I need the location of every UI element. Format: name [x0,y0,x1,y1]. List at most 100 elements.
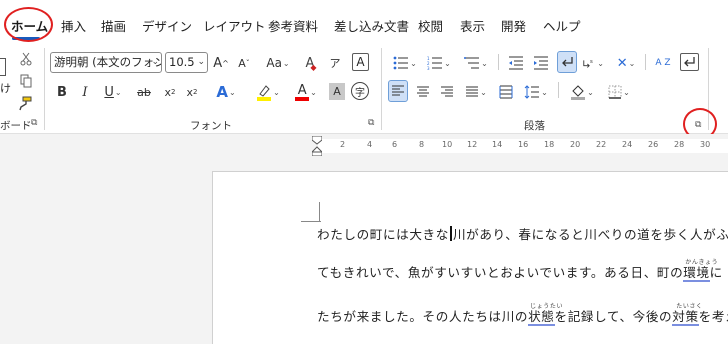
shrink-font-button[interactable]: Aˇ [235,52,253,74]
toolbar-divider [498,54,499,70]
phonetic-guide-button[interactable]: ア [326,52,344,74]
format-painter-icon[interactable] [16,92,34,114]
tab-design[interactable]: デザイン [142,16,192,35]
text-cursor [449,226,452,241]
tab-draw[interactable]: 描画 [101,16,126,35]
underline-button[interactable]: U ⌄ [100,81,126,103]
tab-help[interactable]: ヘルプ [543,16,581,35]
tab-insert[interactable]: 挿入 [61,16,86,35]
ribbon: け ボード ⧉ 游明朝 (本文のフォン ⌄ 10.5 ⌄ A ^ Aˇ Aa ⌄ A… [0,44,728,134]
bullets-button[interactable]: ⌄ [390,52,420,74]
sort-button[interactable]: A Z [652,52,674,74]
ruler-number: 22 [596,140,607,149]
highlight-button[interactable]: ⌄ [252,81,284,103]
text-effects-button[interactable]: A ⌄ [210,81,242,103]
superscript-button[interactable]: x2 [184,81,200,103]
shrink-font-icon: A [238,56,246,70]
ruler-number: 18 [544,140,555,149]
distributed-button[interactable] [496,81,516,103]
text-direction-icon: s [583,59,593,68]
tab-review[interactable]: 校閲 [418,16,443,35]
direction-button[interactable]: s ⌄ [582,52,604,74]
text-run: わたしの町には大きな [317,227,449,242]
paste-icon[interactable] [0,58,6,76]
bold-button[interactable]: B [54,81,70,103]
ribbon-tab-bar: ホーム 挿入 描画 デザイン レイアウト 参考資料 差し込み文書 校閲 表示 開… [0,0,728,44]
text-run: を記録して、今後の [554,309,673,324]
ruby-text: じょうたい [530,303,564,310]
numbering-button[interactable]: 1 2 3 ⌄ [424,52,454,74]
change-case-button[interactable]: Aa ⌄ [262,52,294,74]
font-name-combo[interactable]: 游明朝 (本文のフォン ⌄ [50,52,162,73]
font-launcher-icon[interactable]: ⧉ [368,118,378,128]
strikethrough-icon: ab [137,85,151,99]
ruby-word: じょうたい 状態 [528,303,563,326]
annotation-circle-home [4,7,53,42]
align-center-icon [417,86,429,97]
text-run: たちが来ました。その人たちは川の [317,309,529,324]
ruby-word: かんきょう 環境 [683,259,718,282]
numbering-icon: 123 [427,56,443,70]
character-shading-button[interactable]: A [329,83,345,100]
line-spacing-button[interactable]: ⌄ [520,81,552,103]
increase-indent-icon [534,56,548,70]
grow-font-button[interactable]: A ^ [212,52,230,74]
italic-button[interactable]: I [77,81,93,103]
align-right-button[interactable] [437,81,457,103]
decrease-indent-button[interactable] [506,52,526,74]
bullets-icon [393,56,409,70]
document-canvas: わたしの町には大きな 川があり、春になると川べりの道を歩く人がふえ てもきれいで、… [0,158,728,344]
strikethrough-button[interactable]: ab [134,81,154,103]
ruler-number: 26 [648,140,659,149]
italic-icon: I [82,84,88,100]
show-paragraph-marks-icon [562,57,573,67]
text-run: に [709,265,723,280]
tab-view[interactable]: 表示 [460,16,485,35]
tab-references[interactable]: 参考資料 [268,16,318,35]
asian-layout-button[interactable]: ✕ ⌄ [610,52,642,74]
paragraph-group-label: 段落 [524,120,545,132]
paint-bucket-icon [571,85,586,100]
character-border-button[interactable]: A [352,53,369,71]
cut-icon[interactable] [18,48,34,70]
justify-button[interactable]: ⌄ [461,81,491,103]
enclose-characters-button[interactable]: 字 [351,82,369,100]
font-size-combo[interactable]: 10.5 ⌄ [165,52,208,73]
grow-font-icon: A [213,55,223,71]
ruler-number: 4 [367,140,373,149]
bold-icon: B [57,84,67,100]
ruler-number: 28 [674,140,685,149]
multilevel-list-button[interactable]: ⌄ [460,52,492,74]
subscript-button[interactable]: x2 [162,81,178,103]
ruler-number: 2 [340,140,346,149]
font-color-button[interactable]: A ⌄ [290,81,322,103]
asian-layout-icon: ✕ [616,55,628,71]
ruler-number: 24 [622,140,633,149]
copy-icon[interactable] [18,70,34,92]
phonetic-guide-icon: ア [329,57,341,70]
align-left-button[interactable] [388,80,408,102]
document-page[interactable]: わたしの町には大きな 川があり、春になると川べりの道を歩く人がふえ てもきれいで、… [212,171,728,344]
clear-formatting-button[interactable]: A ◆ [302,52,320,74]
show-hide-marks-button[interactable] [680,53,699,71]
paste-button-label[interactable]: け [0,80,11,96]
tab-mailings[interactable]: 差し込み文書 [334,16,409,35]
increase-indent-button[interactable] [531,52,551,74]
clipboard-launcher-icon[interactable]: ⧉ [31,118,41,128]
align-center-button[interactable] [413,81,433,103]
indent-marker-icon[interactable] [312,136,322,156]
tab-layout[interactable]: レイアウト [203,16,266,35]
toolbar-divider [645,54,646,70]
horizontal-ruler[interactable]: 2 4 6 8 10 12 14 16 18 20 22 24 26 28 30 [0,134,728,158]
ruler-number: 14 [492,140,503,149]
borders-button[interactable]: ⌄ [604,81,634,103]
font-size-value: 10.5 [169,55,195,69]
tab-developer[interactable]: 開発 [501,16,526,35]
enclose-characters-icon: 字 [355,87,365,99]
svg-text:s: s [590,59,593,65]
paragraph-mark-toggle[interactable] [557,51,577,73]
chevron-down-icon: ⌄ [151,57,159,67]
paragraph-return-icon [684,56,695,66]
ruler-number: 16 [518,140,529,149]
shading-button[interactable]: ⌄ [566,81,598,103]
